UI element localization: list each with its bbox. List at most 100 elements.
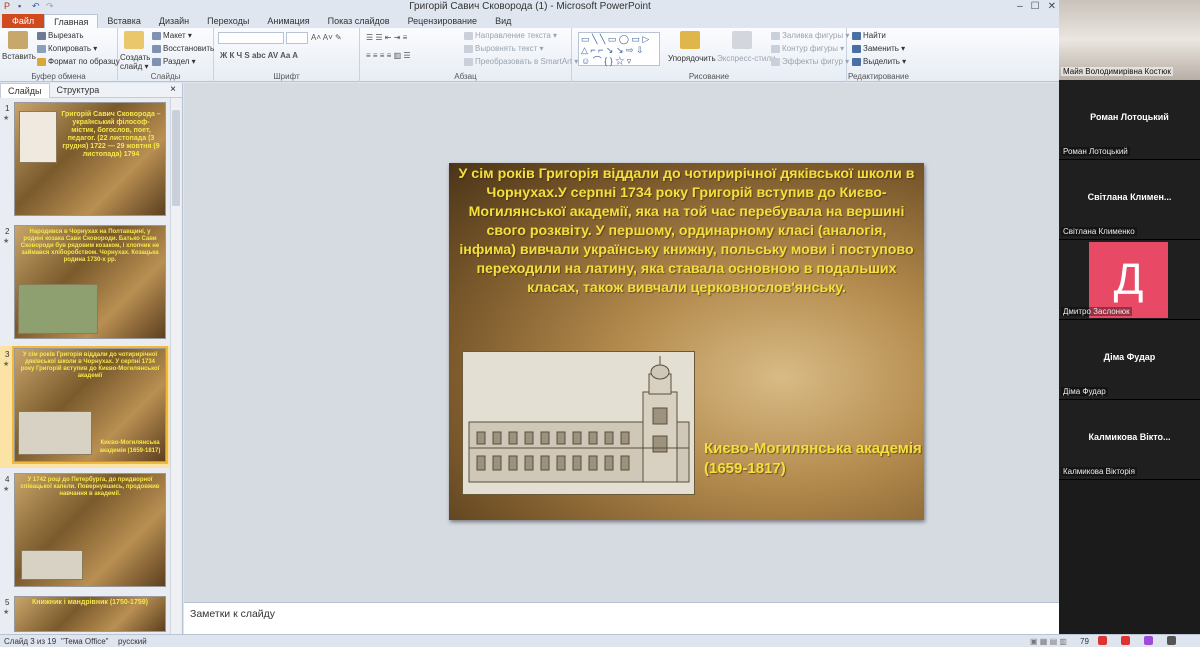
- status-bar: Слайд 3 из 19 "Тема Office" русский ▣ ▦ …: [0, 634, 1200, 647]
- participant-tile[interactable]: Майя Володимирівна Костюк: [1059, 0, 1200, 80]
- participant-display: Діма Фудар: [1103, 352, 1156, 362]
- replace-icon: [852, 44, 861, 53]
- transition-icon: ★: [3, 361, 10, 368]
- slide-caption[interactable]: Києво-Могилянська академія (1659-1817): [704, 439, 924, 479]
- minimize-button[interactable]: –: [1017, 0, 1023, 13]
- academy-image: [18, 411, 92, 455]
- select-button[interactable]: Выделить ▾: [852, 57, 906, 66]
- list-buttons[interactable]: ☰ ☰ ⇤ ⇥ ≡: [366, 33, 407, 42]
- powerpoint-icon[interactable]: P: [4, 2, 14, 11]
- tab-design[interactable]: Дизайн: [150, 14, 198, 28]
- layout-button[interactable]: Макет ▾: [152, 31, 192, 40]
- shapes-gallery[interactable]: ▭ ╲ ╲ ▭ ◯ ▭ ▷ △ ⌐ ⌐ ↘ ↘ ⇨ ⇩ ☺ ⌒ { } ☆ ▿: [578, 32, 660, 66]
- tab-slides-pane[interactable]: Слайды: [0, 82, 50, 98]
- app-icon[interactable]: [1144, 636, 1153, 645]
- new-slide-button[interactable]: Создать слайд ▾: [120, 53, 150, 71]
- academy-engraving-image[interactable]: [462, 351, 695, 495]
- tab-outline-pane[interactable]: Структура: [50, 83, 107, 97]
- tab-transitions[interactable]: Переходы: [198, 14, 258, 28]
- record-icon[interactable]: [1121, 636, 1130, 645]
- text-direction-button[interactable]: Направление текста ▾: [464, 31, 557, 40]
- new-slide-icon[interactable]: [124, 31, 144, 49]
- font-name-select[interactable]: [218, 32, 284, 44]
- font-label: Шрифт: [273, 72, 300, 81]
- redo-icon[interactable]: ↷: [46, 2, 56, 11]
- tab-insert[interactable]: Вставка: [98, 14, 149, 28]
- shape-effects-button[interactable]: Эффекты фигур ▾: [771, 57, 849, 66]
- close-button[interactable]: ✕: [1048, 0, 1056, 13]
- participant-tile[interactable]: Діма Фудар Діма Фудар: [1059, 320, 1200, 400]
- portrait-image: [19, 111, 57, 163]
- quick-styles-icon[interactable]: [732, 31, 752, 49]
- tab-view[interactable]: Вид: [486, 14, 520, 28]
- tab-file[interactable]: Файл: [2, 14, 45, 28]
- outline-icon: [771, 44, 780, 53]
- align-buttons[interactable]: ≡ ≡ ≡ ≡ ▥ ☰: [366, 51, 411, 60]
- slide-thumbnail-selected[interactable]: У сім років Григорія віддали до чотирирі…: [12, 346, 168, 464]
- paste-button[interactable]: Вставить: [2, 52, 36, 61]
- scissors-icon: [37, 31, 46, 40]
- theme-name: "Тема Office": [61, 637, 109, 646]
- slide-body-text[interactable]: У сім років Григорія віддали до чотирирі…: [457, 165, 916, 298]
- align-text-icon: [464, 44, 473, 53]
- find-button[interactable]: Найти: [852, 31, 886, 40]
- layout-icon: [152, 31, 161, 40]
- font-grow-shrink[interactable]: A˄ A˅ ✎: [311, 33, 342, 42]
- tab-review[interactable]: Рецензирование: [399, 14, 487, 28]
- paste-icon[interactable]: [8, 31, 28, 49]
- slide-thumbnail[interactable]: У 1742 році до Петербурга, до придворної…: [14, 473, 166, 587]
- tray-icon[interactable]: [1167, 636, 1176, 645]
- font-size-select[interactable]: [286, 32, 308, 44]
- tab-home[interactable]: Главная: [44, 14, 99, 28]
- panel-scrollbar[interactable]: [170, 98, 181, 634]
- view-buttons[interactable]: ▣ ▦ ▤ ▥: [1030, 636, 1067, 647]
- undo-icon[interactable]: ↶: [32, 2, 42, 11]
- thumbnail-text: Книжник і мандрівник (1750-1759): [32, 599, 148, 606]
- slide-number: 2: [5, 227, 10, 236]
- copy-button[interactable]: Копировать ▾: [37, 44, 97, 53]
- fill-icon: [771, 31, 780, 40]
- format-painter-button[interactable]: Формат по образцу: [37, 57, 120, 66]
- thumbnail-text: Народився в Чорнухах на Полтавщині, у ро…: [20, 229, 160, 263]
- group-drawing: ▭ ╲ ╲ ▭ ◯ ▭ ▷ △ ⌐ ⌐ ↘ ↘ ⇨ ⇩ ☺ ⌒ { } ☆ ▿ Уп…: [572, 28, 849, 82]
- replace-button[interactable]: Заменить ▾: [852, 44, 905, 53]
- group-clipboard: Вставить Вырезать Копировать ▾ Формат по…: [0, 28, 120, 82]
- font-style-buttons[interactable]: Ж К Ч S abc AV Aa A: [220, 51, 298, 60]
- slide-thumbnail[interactable]: Книжник і мандрівник (1750-1759): [14, 596, 166, 632]
- notes-pane[interactable]: Заметки к слайду: [184, 602, 1200, 634]
- select-icon: [852, 57, 861, 66]
- zoom-level[interactable]: 79: [1080, 636, 1089, 647]
- effects-icon: [771, 57, 780, 66]
- close-panel-icon[interactable]: ×: [170, 84, 176, 95]
- slide-thumbnail[interactable]: Григорій Савич Сковорода – український ф…: [14, 102, 166, 216]
- arrange-icon[interactable]: [680, 31, 700, 49]
- slide-thumbnail[interactable]: Народився в Чорнухах на Полтавщині, у ро…: [14, 225, 166, 339]
- participant-tile[interactable]: Д Дмитро Заслонюк: [1059, 240, 1200, 320]
- participant-tile[interactable]: Роман Лотоцький Роман Лотоцький: [1059, 80, 1200, 160]
- tab-slideshow[interactable]: Показ слайдов: [319, 14, 399, 28]
- shape-fill-button[interactable]: Заливка фигуры ▾: [771, 31, 849, 40]
- save-icon[interactable]: ▪: [18, 2, 28, 11]
- video-panel: Майя Володимирівна Костюк Роман Лотоцьки…: [1059, 0, 1200, 634]
- participant-tile[interactable]: Світлана Климен... Світлана Клименко: [1059, 160, 1200, 240]
- smartart-button[interactable]: Преобразовать в SmartArt ▾: [464, 57, 578, 66]
- current-slide[interactable]: У сім років Григорія віддали до чотирирі…: [449, 163, 924, 520]
- align-text-button[interactable]: Выровнять текст ▾: [464, 44, 544, 53]
- arrange-button[interactable]: Упорядочить: [668, 54, 716, 63]
- quick-styles-button[interactable]: Экспресс-стили: [717, 54, 776, 63]
- shape-outline-button[interactable]: Контур фигуры ▾: [771, 44, 844, 53]
- section-button[interactable]: Раздел ▾: [152, 57, 196, 66]
- thumbnail-text: У 1742 році до Петербурга, до придворної…: [20, 477, 160, 497]
- cut-button[interactable]: Вырезать: [37, 31, 84, 40]
- security-icon[interactable]: [1098, 636, 1107, 645]
- participant-tile[interactable]: Калмикова Вікто... Калмикова Вікторія: [1059, 400, 1200, 480]
- participant-display: Світлана Климен...: [1087, 192, 1172, 202]
- notes-placeholder[interactable]: Заметки к слайду: [190, 608, 275, 620]
- maximize-button[interactable]: ☐: [1031, 0, 1040, 13]
- language-indicator[interactable]: русский: [118, 636, 147, 647]
- reset-button[interactable]: Восстановить: [152, 44, 214, 53]
- reset-icon: [152, 44, 161, 53]
- tab-animations[interactable]: Анимация: [258, 14, 318, 28]
- group-editing: Найти Заменить ▾ Выделить ▾ Редактирован…: [847, 28, 910, 82]
- panel-scrollbar-thumb[interactable]: [172, 110, 180, 206]
